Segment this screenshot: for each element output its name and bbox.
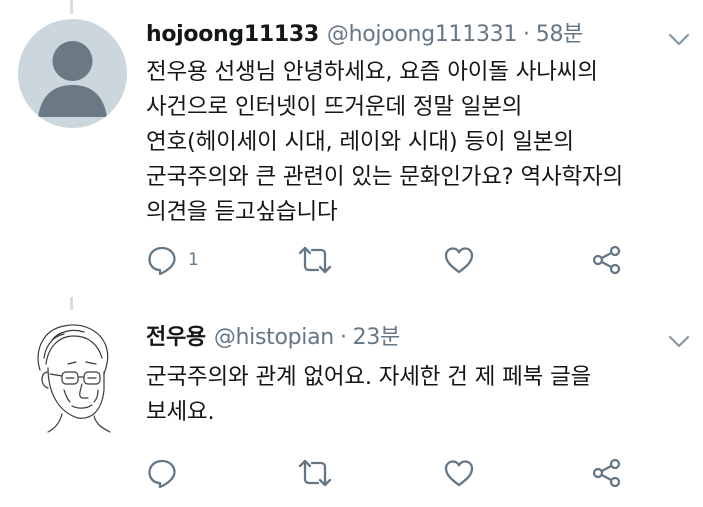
- separator-dot: ·: [339, 325, 347, 350]
- share-button[interactable]: [591, 457, 623, 489]
- reply-button[interactable]: 1: [146, 244, 199, 276]
- reply-count: 1: [188, 250, 199, 270]
- retweet-button[interactable]: [297, 457, 333, 489]
- like-button[interactable]: [443, 457, 475, 489]
- author-handle[interactable]: @hojoong111331: [327, 22, 517, 47]
- tweet[interactable]: 전우용 @histopian · 23분 군국주의와 관계 없어요. 자세한 건…: [0, 300, 703, 507]
- text-line: 군국주의와 관계 없어요. 자세한 건 제 페북 글을: [146, 364, 592, 390]
- reply-icon: [148, 459, 176, 489]
- avatar[interactable]: [18, 19, 127, 128]
- like-icon: [444, 460, 474, 487]
- sketch-portrait-avatar-icon: [37, 324, 111, 433]
- retweet-button[interactable]: [297, 244, 333, 276]
- reply-button[interactable]: [146, 457, 188, 489]
- tweet-header: hojoong11133 @hojoong111331 · 58분: [146, 16, 583, 48]
- text-line: 의견을 듣고싶습니다: [146, 199, 338, 225]
- like-button[interactable]: [443, 244, 475, 276]
- tweet[interactable]: hojoong11133 @hojoong111331 · 58분 전우용 선생…: [0, 0, 703, 295]
- timestamp[interactable]: 23분: [353, 319, 401, 351]
- text-line: 연호(헤이세이 시대, 레이와 시대) 등이 일본의: [146, 129, 574, 155]
- author-name[interactable]: hojoong11133: [146, 22, 319, 47]
- chevron-down-icon[interactable]: [668, 335, 690, 349]
- text-line: 보세요.: [146, 399, 215, 425]
- retweet-icon: [298, 246, 332, 274]
- chevron-down-icon[interactable]: [668, 33, 690, 47]
- action-bar: [146, 457, 646, 489]
- share-icon: [592, 458, 621, 488]
- author-handle[interactable]: @histopian: [214, 325, 334, 350]
- reply-icon: [148, 246, 176, 276]
- share-button[interactable]: [591, 244, 623, 276]
- author-name[interactable]: 전우용: [146, 319, 206, 351]
- tweet-header: 전우용 @histopian · 23분: [146, 319, 400, 351]
- tweet-text: 군국주의와 관계 없어요. 자세한 건 제 페북 글을 보세요.: [146, 360, 591, 430]
- like-icon: [444, 247, 474, 274]
- text-line: 사건으로 인터넷이 뜨거운데 정말 일본의: [146, 94, 523, 120]
- retweet-icon: [298, 459, 332, 487]
- action-bar: 1: [146, 244, 646, 276]
- avatar[interactable]: [18, 314, 127, 434]
- text-line: 전우용 선생님 안녕하세요, 요즘 아이돌 사나씨의: [146, 59, 598, 85]
- timestamp[interactable]: 58분: [536, 16, 584, 48]
- separator-dot: ·: [523, 22, 530, 47]
- text-line: 군국주의와 큰 관련이 있는 문화인가요? 역사학자의: [146, 164, 624, 190]
- default-user-avatar-icon: [38, 41, 107, 117]
- share-icon: [592, 245, 621, 275]
- tweet-text: 전우용 선생님 안녕하세요, 요즘 아이돌 사나씨의 사건으로 인터넷이 뜨거운…: [146, 55, 623, 230]
